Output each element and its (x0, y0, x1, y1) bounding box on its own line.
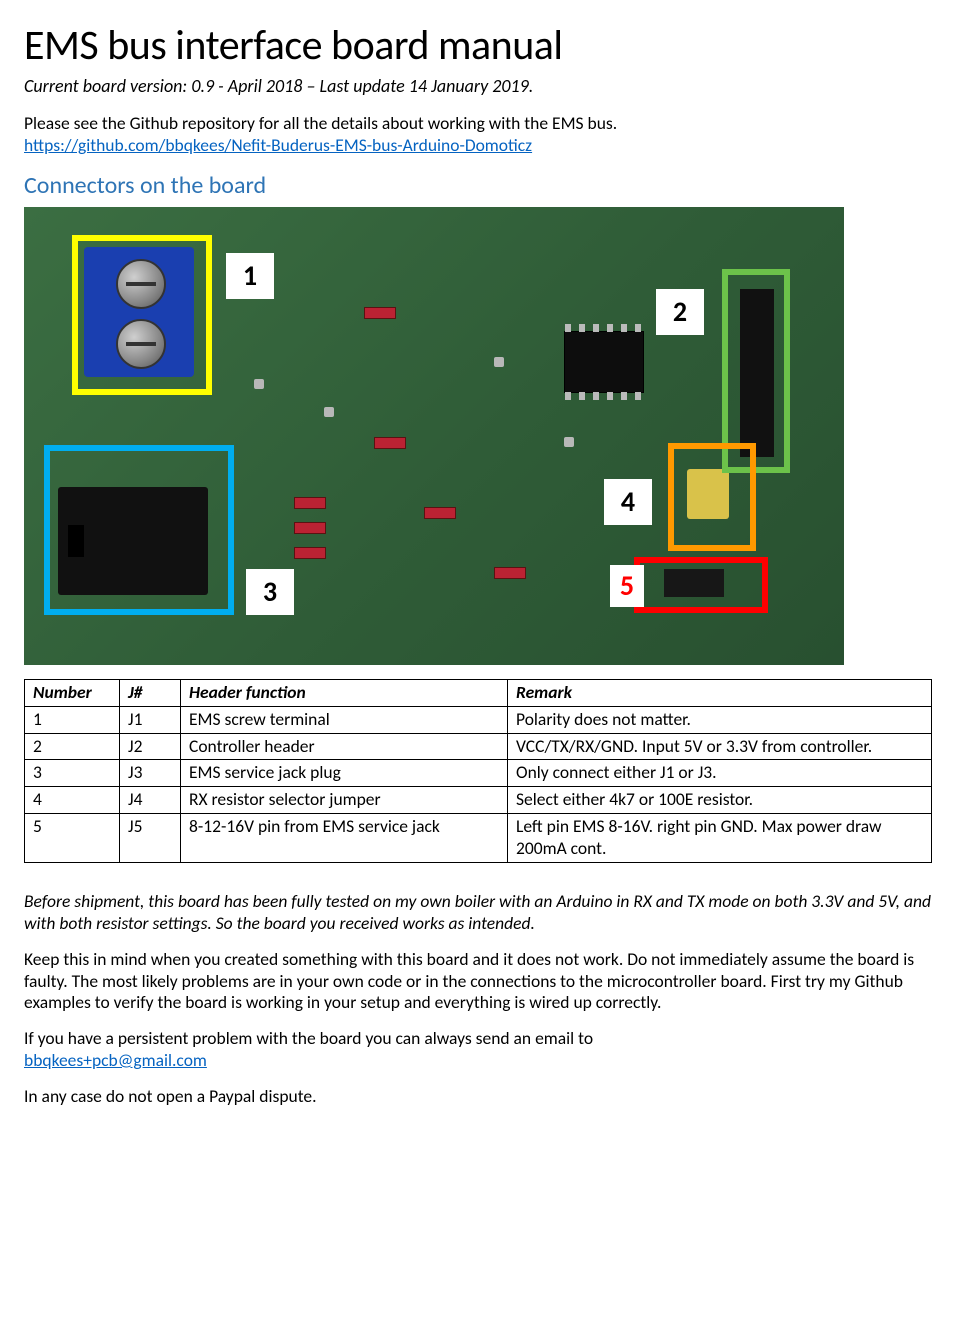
ic-chip-icon (564, 331, 644, 393)
solder-pad-icon (564, 437, 574, 447)
contact-line-a: If you have a persistent problem with th… (24, 1027, 593, 1049)
smd-resistor-icon (494, 567, 526, 579)
th-j: J# (120, 679, 181, 706)
cell-j: J2 (120, 733, 181, 760)
cell-num: 1 (25, 706, 120, 733)
paypal-line: In any case do not open a Paypal dispute… (24, 1086, 932, 1108)
cell-rem: Only connect either J1 or J3. (508, 760, 932, 787)
frame-j5 (634, 557, 768, 613)
frame-j1 (72, 235, 212, 395)
badge-3: 3 (246, 569, 294, 615)
cell-rem: Select either 4k7 or 100E resistor. (508, 787, 932, 814)
cell-j: J4 (120, 787, 181, 814)
board-photo: 1 2 3 4 5 (24, 207, 844, 665)
th-remark: Remark (508, 679, 932, 706)
cell-rem: VCC/TX/RX/GND. Input 5V or 3.3V from con… (508, 733, 932, 760)
smd-resistor-icon (364, 307, 396, 319)
github-link[interactable]: https://github.com/bbqkees/Nefit-Buderus… (24, 134, 532, 156)
cell-fn: EMS screw terminal (181, 706, 508, 733)
smd-resistor-icon (294, 522, 326, 534)
badge-1: 1 (226, 253, 274, 299)
solder-pad-icon (494, 357, 504, 367)
smd-resistor-icon (424, 507, 456, 519)
page-title: EMS bus interface board manual (24, 20, 932, 73)
contact-paragraph: If you have a persistent problem with th… (24, 1028, 932, 1072)
cell-rem: Polarity does not matter. (508, 706, 932, 733)
cell-num: 4 (25, 787, 120, 814)
cell-j: J3 (120, 760, 181, 787)
frame-j4 (668, 443, 756, 551)
section-connectors-heading: Connectors on the board (24, 171, 932, 201)
table-row: 3 J3 EMS service jack plug Only connect … (25, 760, 932, 787)
table-row: 2 J2 Controller header VCC/TX/RX/GND. In… (25, 733, 932, 760)
cell-num: 5 (25, 814, 120, 863)
cell-fn: EMS service jack plug (181, 760, 508, 787)
table-row: 5 J5 8-12-16V pin from EMS service jack … (25, 814, 932, 863)
cell-num: 3 (25, 760, 120, 787)
cell-num: 2 (25, 733, 120, 760)
connectors-table: Number J# Header function Remark 1 J1 EM… (24, 679, 932, 863)
solder-pad-icon (254, 379, 264, 389)
cell-fn: RX resistor selector jumper (181, 787, 508, 814)
th-number: Number (25, 679, 120, 706)
tested-note: Before shipment, this board has been ful… (24, 891, 932, 935)
smd-resistor-icon (294, 497, 326, 509)
intro-text: Please see the Github repository for all… (24, 112, 617, 134)
cell-rem: Left pin EMS 8-16V. right pin GND. Max p… (508, 814, 932, 863)
badge-4: 4 (604, 479, 652, 525)
cell-j: J1 (120, 706, 181, 733)
cell-j: J5 (120, 814, 181, 863)
smd-resistor-icon (374, 437, 406, 449)
badge-5: 5 (610, 565, 644, 607)
subtitle: Current board version: 0.9 - April 2018 … (24, 75, 932, 98)
cell-fn: 8-12-16V pin from EMS service jack (181, 814, 508, 863)
keep-in-mind-paragraph: Keep this in mind when you created somet… (24, 949, 932, 1015)
table-row: 1 J1 EMS screw terminal Polarity does no… (25, 706, 932, 733)
intro-paragraph: Please see the Github repository for all… (24, 113, 932, 157)
cell-fn: Controller header (181, 733, 508, 760)
table-row: 4 J4 RX resistor selector jumper Select … (25, 787, 932, 814)
frame-j3 (44, 445, 234, 615)
th-fn: Header function (181, 679, 508, 706)
solder-pad-icon (324, 407, 334, 417)
contact-email-link[interactable]: bbqkees+pcb@gmail.com (24, 1049, 207, 1071)
smd-resistor-icon (294, 547, 326, 559)
badge-2: 2 (656, 289, 704, 335)
